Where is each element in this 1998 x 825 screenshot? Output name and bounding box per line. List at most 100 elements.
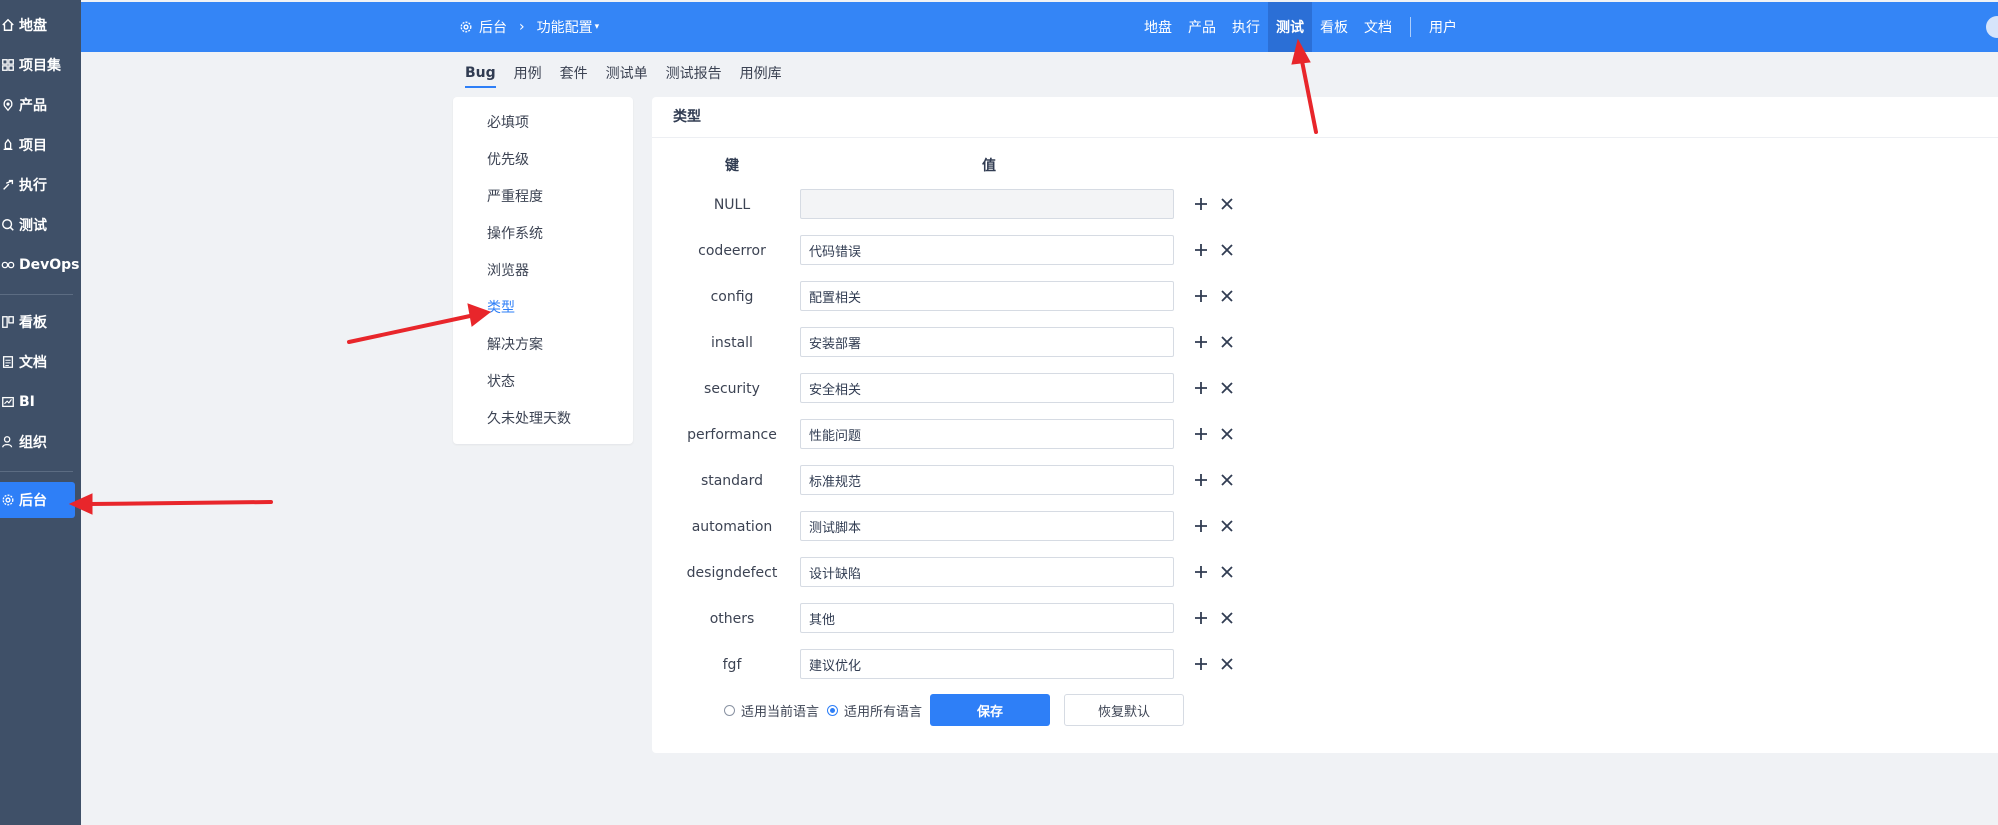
sidebar-item-project[interactable]: 项目	[0, 127, 75, 163]
menu-item-type[interactable]: 类型	[487, 298, 515, 318]
add-row-icon[interactable]	[1193, 656, 1209, 672]
menu-item-status[interactable]: 状态	[487, 372, 515, 392]
add-row-icon[interactable]	[1193, 380, 1209, 396]
nav-doc[interactable]: 文档	[1356, 2, 1400, 52]
menu-item-os[interactable]: 操作系统	[487, 224, 543, 244]
value-column-header: 值	[982, 158, 996, 174]
delete-row-icon[interactable]	[1219, 564, 1235, 580]
sidebar-item-devops[interactable]: DevOps	[0, 247, 80, 283]
row-value-input[interactable]	[800, 511, 1174, 541]
sidebar-item-test[interactable]: 测试	[0, 207, 75, 243]
nav-kanban[interactable]: 看板	[1312, 2, 1356, 52]
delete-row-icon[interactable]	[1219, 288, 1235, 304]
menu-item-required[interactable]: 必填项	[487, 113, 529, 133]
sidebar-item-bi[interactable]: BI	[0, 384, 75, 420]
nav-separator	[1410, 17, 1411, 37]
sidebar-divider	[0, 471, 73, 472]
sidebar-item-execution[interactable]: 执行	[0, 167, 75, 203]
table-row: standard	[652, 465, 1352, 497]
sidebar-item-dashboard[interactable]: 地盘	[0, 7, 75, 43]
row-value-input[interactable]	[800, 327, 1174, 357]
row-value-input[interactable]	[800, 557, 1174, 587]
sidebar-item-kanban[interactable]: 看板	[0, 304, 75, 340]
row-value-input[interactable]	[800, 373, 1174, 403]
breadcrumb-root[interactable]: 后台	[479, 17, 507, 37]
save-button[interactable]: 保存	[930, 694, 1051, 726]
sidebar: 地盘 项目集 产品 项目 执行 测试 DevOps 看板 文档 BI 组织 后台	[0, 0, 81, 825]
row-value-input[interactable]	[800, 649, 1174, 679]
add-row-icon[interactable]	[1193, 564, 1209, 580]
test-icon	[2, 219, 14, 231]
delete-row-icon[interactable]	[1219, 380, 1235, 396]
add-row-icon[interactable]	[1193, 242, 1209, 258]
nav-user[interactable]: 用户	[1421, 2, 1465, 52]
tab-case[interactable]: 用例	[514, 58, 542, 88]
menu-item-severity[interactable]: 严重程度	[487, 187, 543, 207]
nav-test[interactable]: 测试	[1268, 2, 1312, 52]
sidebar-item-label: DevOps	[19, 257, 80, 273]
row-value-input[interactable]	[800, 419, 1174, 449]
add-row-icon[interactable]	[1193, 472, 1209, 488]
row-value-input[interactable]	[800, 603, 1174, 633]
tab-testreport[interactable]: 测试报告	[666, 58, 722, 88]
row-key: security	[704, 381, 760, 397]
product-icon	[3, 99, 13, 112]
menu-item-long-days[interactable]: 久未处理天数	[487, 409, 571, 429]
caret-down-icon[interactable]: ▾	[595, 22, 600, 32]
restore-default-button[interactable]: 恢复默认	[1064, 694, 1185, 726]
radio-all-languages[interactable]	[827, 704, 839, 716]
row-key: standard	[700, 473, 764, 489]
delete-row-icon[interactable]	[1219, 196, 1235, 212]
execute-icon	[3, 179, 14, 190]
row-value-input[interactable]	[800, 189, 1174, 219]
delete-row-icon[interactable]	[1219, 472, 1235, 488]
table-row: install	[652, 327, 1352, 359]
sidebar-item-doc[interactable]: 文档	[0, 344, 75, 380]
nav-product[interactable]: 产品	[1180, 2, 1224, 52]
add-row-icon[interactable]	[1193, 334, 1209, 350]
doc-icon	[2, 356, 14, 368]
row-value-input[interactable]	[800, 281, 1174, 311]
radio-all-languages-label[interactable]: 适用所有语言	[844, 701, 922, 720]
delete-row-icon[interactable]	[1219, 610, 1235, 626]
form-actions: 适用当前语言 适用所有语言 保存 恢复默认	[724, 694, 1185, 726]
avatar[interactable]	[1986, 16, 1998, 38]
tab-bug[interactable]: Bug	[465, 58, 496, 88]
row-key: codeerror	[698, 243, 766, 259]
tab-testtask[interactable]: 测试单	[606, 58, 648, 88]
delete-row-icon[interactable]	[1219, 242, 1235, 258]
menu-item-browser[interactable]: 浏览器	[487, 261, 529, 281]
radio-current-language-label[interactable]: 适用当前语言	[741, 701, 819, 720]
breadcrumb: 后台 › 功能配置 ▾	[459, 2, 599, 52]
sidebar-item-label: 项目	[19, 138, 47, 154]
nav-dashboard[interactable]: 地盘	[1136, 2, 1180, 52]
add-row-icon[interactable]	[1193, 426, 1209, 442]
sidebar-item-org[interactable]: 组织	[0, 424, 75, 460]
tab-suite[interactable]: 套件	[560, 58, 588, 88]
sub-tabs: Bug 用例 套件 测试单 测试报告 用例库	[465, 58, 782, 88]
nav-execution[interactable]: 执行	[1224, 2, 1268, 52]
add-row-icon[interactable]	[1193, 610, 1209, 626]
row-key: performance	[687, 427, 777, 443]
sidebar-item-label: 组织	[19, 435, 47, 451]
delete-row-icon[interactable]	[1219, 518, 1235, 534]
add-row-icon[interactable]	[1193, 196, 1209, 212]
sidebar-item-product[interactable]: 产品	[0, 87, 75, 123]
breadcrumb-current[interactable]: 功能配置	[537, 17, 593, 37]
sidebar-item-program[interactable]: 项目集	[0, 47, 75, 83]
delete-row-icon[interactable]	[1219, 656, 1235, 672]
delete-row-icon[interactable]	[1219, 334, 1235, 350]
add-row-icon[interactable]	[1193, 518, 1209, 534]
radio-current-language[interactable]	[724, 704, 735, 716]
add-row-icon[interactable]	[1193, 288, 1209, 304]
row-key: install	[711, 335, 753, 351]
table-row: performance	[652, 419, 1352, 451]
menu-item-resolution[interactable]: 解决方案	[487, 335, 543, 355]
sidebar-item-admin[interactable]: 后台	[0, 482, 75, 518]
delete-row-icon[interactable]	[1219, 426, 1235, 442]
menu-item-priority[interactable]: 优先级	[487, 150, 529, 170]
row-value-input[interactable]	[800, 465, 1174, 495]
top-nav: 地盘 产品 执行 测试 看板 文档 用户	[1136, 2, 1465, 52]
tab-caselib[interactable]: 用例库	[740, 58, 782, 88]
row-value-input[interactable]	[800, 235, 1174, 265]
